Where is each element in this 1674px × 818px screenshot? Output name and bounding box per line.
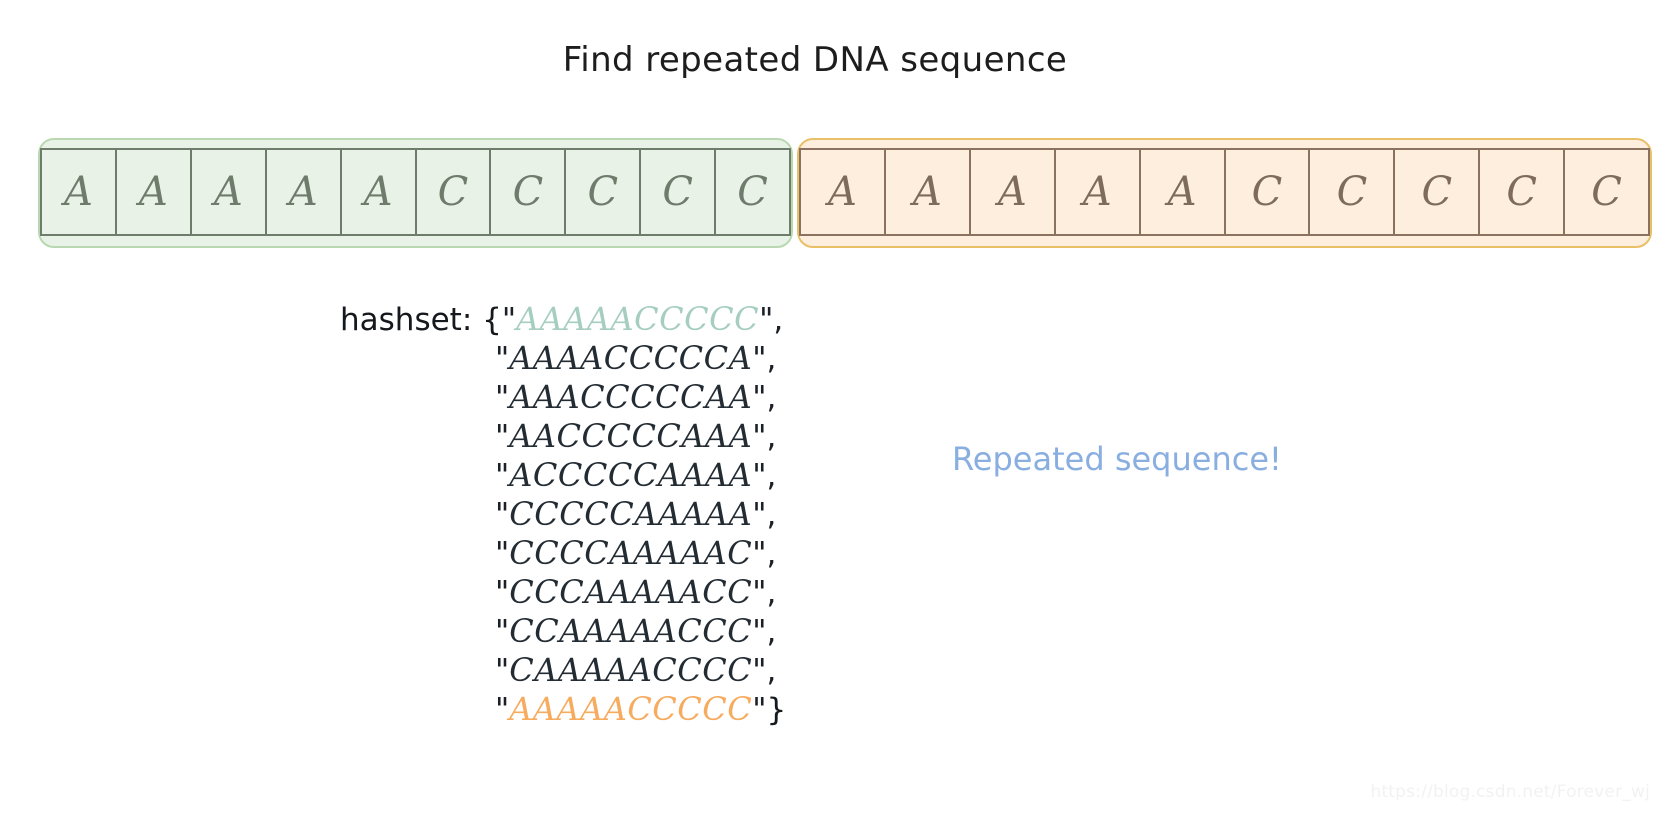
dna-base-cell: A (971, 150, 1056, 234)
dna-base-cell: C (1226, 150, 1311, 234)
close-quote: " (752, 692, 767, 728)
dna-base-cell: A (799, 150, 886, 234)
open-quote: " (495, 419, 510, 455)
hashset-entry-value: CAAAAACCCC (509, 651, 753, 689)
close-quote: " (752, 419, 767, 455)
open-quote: " (495, 614, 510, 650)
watermark: https://blog.csdn.net/Forever_wj (1370, 782, 1650, 802)
hashset-entry: " CAAAAACCCC ", (340, 651, 786, 690)
open-quote: " (495, 458, 510, 494)
entry-separator: , (766, 419, 777, 455)
dna-base-cell: C (1480, 150, 1566, 234)
dna-base-cell: C (1565, 150, 1651, 234)
closing-brace: } (766, 692, 787, 728)
entry-separator: , (766, 458, 777, 494)
dna-base-cell: C (566, 150, 642, 234)
close-quote: " (752, 497, 767, 533)
dna-base-cell: A (1141, 150, 1226, 234)
entry-separator: , (766, 614, 777, 650)
open-quote: " (495, 497, 510, 533)
hashset-entry: " CCCCCAAAAA ", (340, 495, 786, 534)
entry-separator: , (766, 575, 777, 611)
open-quote: " (495, 653, 510, 689)
hashset-entry-value: AAAACCCCCA (509, 339, 753, 377)
dna-base-cell: A (267, 150, 342, 234)
dna-cell-row: AAAAACCCCC (799, 148, 1651, 236)
hashset-listing: hashset: {" AAAAACCCCC ", " AAAACCCCCA ", " AAA… (340, 300, 786, 729)
entry-separator: , (766, 380, 777, 416)
open-quote: " (495, 536, 510, 572)
hashset-entry: hashset: {" AAAAACCCCC ", (340, 300, 786, 339)
open-quote: " (501, 302, 517, 338)
close-quote: " (752, 614, 767, 650)
close-quote: " (752, 341, 767, 377)
dna-cell-row: AAAAACCCCC (40, 148, 792, 236)
dna-base-cell: C (641, 150, 717, 234)
hashset-entry-value: CCCCAAAAAC (509, 534, 753, 572)
hashset-entry-value: ACCCCCAAAA (509, 456, 753, 494)
dna-base-cell: A (117, 150, 192, 234)
hashset-entry-value: CCCAAAAACC (509, 573, 753, 611)
open-quote: " (495, 575, 510, 611)
hashset-entry-value: CCAAAAACCC (509, 612, 753, 650)
dna-sequence-strip: AAAAACCCCCAAAAACCCCC (38, 138, 1652, 248)
orange-window: AAAAACCCCC (797, 138, 1652, 248)
close-quote: " (752, 536, 767, 572)
entry-separator: , (766, 497, 777, 533)
close-quote: " (752, 380, 767, 416)
open-quote: " (495, 341, 510, 377)
dna-base-cell: C (716, 150, 792, 234)
dna-base-cell: A (886, 150, 971, 234)
green-window: AAAAACCCCC (38, 138, 793, 248)
page-title: Find repeated DNA sequence (562, 40, 1068, 80)
hashset-entry-value: AAAAACCCCC (516, 300, 760, 338)
entry-separator: , (766, 341, 777, 377)
entry-separator: , (766, 536, 777, 572)
hashset-entry-value: AAACCCCCAA (509, 378, 753, 416)
dna-base-cell: A (40, 150, 117, 234)
repeated-sequence-note: Repeated sequence! (952, 440, 1282, 478)
entry-separator: , (773, 302, 784, 338)
entry-separator: , (766, 653, 777, 689)
dna-base-cell: C (1310, 150, 1396, 234)
dna-base-cell: C (491, 150, 567, 234)
dna-base-cell: C (417, 150, 492, 234)
hashset-entry: " CCCCAAAAAC ", (340, 534, 786, 573)
close-quote: " (759, 302, 774, 338)
hashset-entry: " ACCCCCAAAA ", (340, 456, 786, 495)
hashset-entry: " AACCCCCAAA ", (340, 417, 786, 456)
hashset-entry: " CCCAAAAACC ", (340, 573, 786, 612)
open-quote: " (495, 692, 510, 728)
close-quote: " (752, 653, 767, 689)
hashset-entry: " AAAAACCCCC "} (340, 690, 786, 729)
hashset-entry-value: AAAAACCCCC (509, 690, 753, 728)
dna-base-cell: C (1395, 150, 1481, 234)
hashset-entry: " CCAAAAACCC ", (340, 612, 786, 651)
hashset-entry: " AAACCCCCAA ", (340, 378, 786, 417)
hashset-entry-value: CCCCCAAAAA (509, 495, 753, 533)
open-quote: " (495, 380, 510, 416)
hashset-entry: " AAAACCCCCA ", (340, 339, 786, 378)
close-quote: " (752, 575, 767, 611)
hashset-entry-value: AACCCCCAAA (509, 417, 753, 455)
dna-base-cell: A (192, 150, 267, 234)
dna-base-cell: A (342, 150, 417, 234)
close-quote: " (752, 458, 767, 494)
hashset-label: hashset: { (340, 302, 502, 338)
dna-base-cell: A (1056, 150, 1141, 234)
